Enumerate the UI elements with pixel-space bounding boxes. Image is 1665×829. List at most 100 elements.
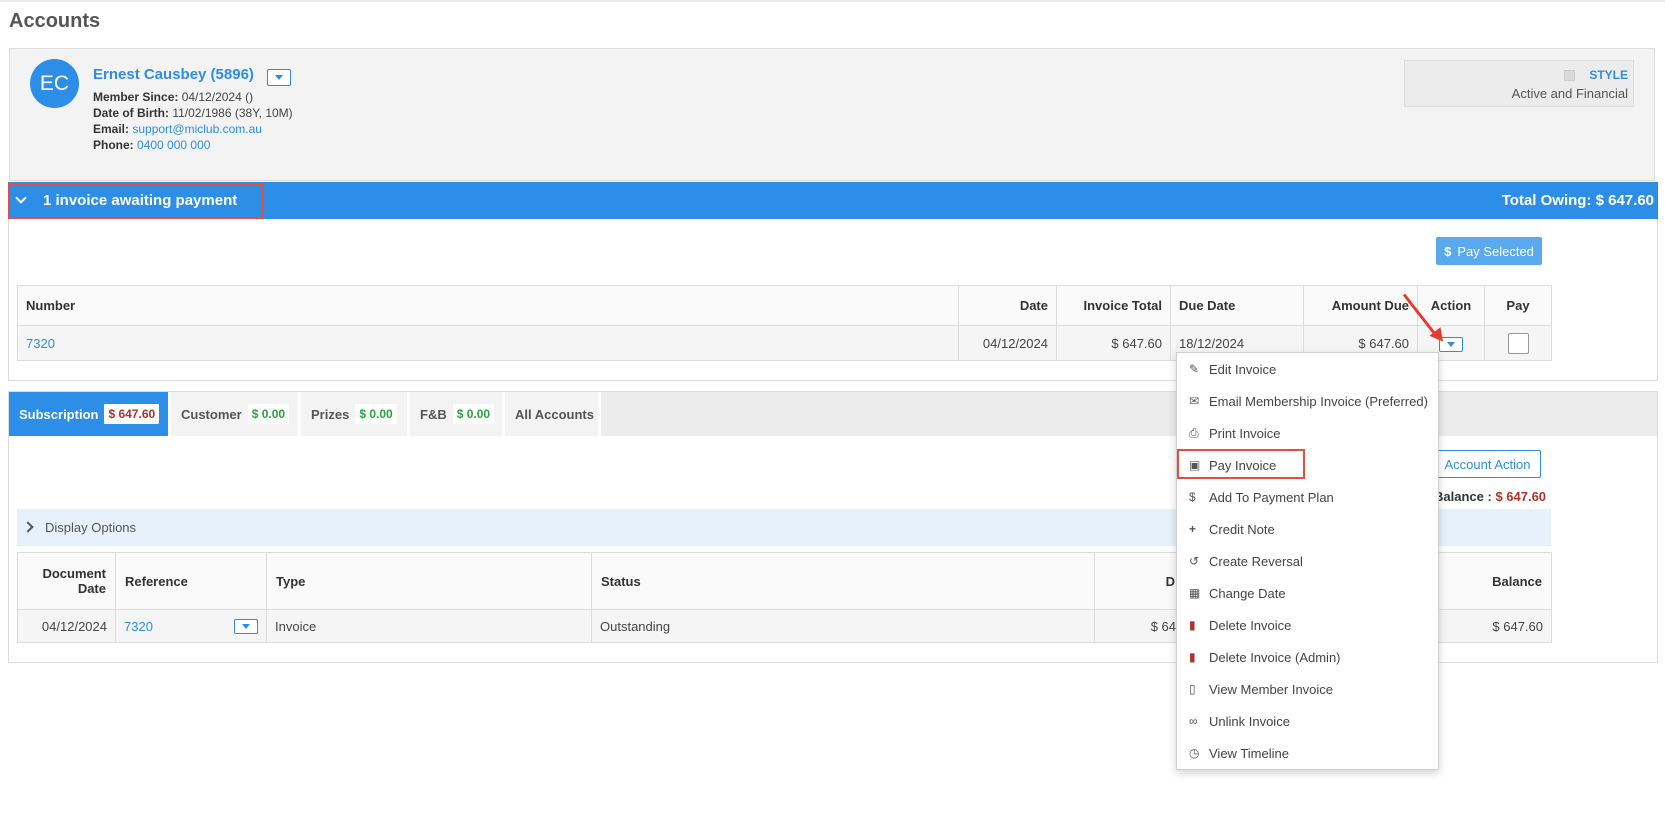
clock-icon: ◷	[1189, 746, 1200, 760]
trash-icon: ▮	[1189, 650, 1196, 664]
col-number[interactable]: Number	[17, 285, 959, 326]
tab-prizes-badge: $ 0.00	[355, 404, 397, 424]
menu-item-label: Change Date	[1209, 585, 1286, 601]
menu-item-label: Email Membership Invoice (Preferred)	[1209, 393, 1428, 409]
menu-item-label: Unlink Invoice	[1209, 713, 1290, 729]
reference-link[interactable]: 7320	[124, 619, 153, 634]
page-title: Accounts	[9, 10, 101, 32]
phone-label: Phone:	[93, 138, 134, 152]
menu-item-edit-invoice[interactable]: ✎ Edit Invoice	[1177, 353, 1438, 385]
style-label: STYLE	[1589, 68, 1628, 82]
member-since-row: Member Since: 04/12/2024 ()	[93, 89, 253, 106]
envelope-icon: ✉	[1189, 394, 1200, 408]
member-name-link[interactable]: Ernest Causbey (5896)	[93, 66, 254, 83]
invoice-action-menu: ✎ Edit Invoice ✉ Email Membership Invoic…	[1176, 352, 1439, 770]
col-partial[interactable]: D	[1094, 552, 1185, 610]
invoice-number-link[interactable]: 7320	[26, 336, 55, 351]
phone-row: Phone: 0400 000 000	[93, 137, 210, 154]
menu-item-label: Edit Invoice	[1209, 361, 1277, 377]
email-row: Email: support@miclub.com.au	[93, 121, 262, 138]
avatar: EC	[30, 59, 79, 108]
col-pay: Pay	[1484, 285, 1552, 326]
account-action-button[interactable]: Account Action	[1434, 450, 1541, 478]
menu-item-label: Delete Invoice (Admin)	[1209, 649, 1341, 665]
email-link[interactable]: support@miclub.com.au	[132, 122, 262, 136]
tab-all-accounts-label: All Accounts	[515, 406, 594, 422]
display-options-label: Display Options	[45, 520, 137, 535]
tab-subscription[interactable]: Subscription $ 647.60	[9, 392, 171, 436]
col-type[interactable]: Type	[266, 552, 592, 610]
menu-item-label: Credit Note	[1209, 521, 1275, 537]
menu-item-label: View Timeline	[1209, 745, 1289, 761]
reference-dropdown[interactable]	[234, 618, 258, 634]
col-due-date[interactable]: Due Date	[1170, 285, 1304, 326]
member-menu-dropdown[interactable]	[267, 69, 291, 86]
doc-date: 04/12/2024	[17, 609, 116, 643]
dollar-icon: $	[1189, 490, 1196, 504]
calendar-icon: ▦	[1189, 586, 1201, 600]
doc-type: Invoice	[266, 609, 592, 643]
member-since-value: 04/12/2024 ()	[181, 90, 254, 104]
invoice-awaiting-title: 1 invoice awaiting payment	[43, 192, 238, 209]
col-amount-due[interactable]: Amount Due	[1303, 285, 1418, 326]
balance-summary: Balance : $ 647.60	[1434, 489, 1546, 504]
invoice-total: $ 647.60	[1056, 325, 1171, 361]
menu-item-delete-invoice-admin[interactable]: ▮ Delete Invoice (Admin)	[1177, 641, 1438, 673]
dollar-icon: $	[1444, 243, 1452, 259]
plus-icon: +	[1189, 522, 1197, 536]
caret-down-icon	[242, 623, 250, 629]
caret-down-icon	[275, 75, 283, 80]
menu-item-label: Create Reversal	[1209, 553, 1303, 569]
tab-subscription-badge: $ 647.60	[104, 404, 160, 424]
menu-item-view-member-invoice[interactable]: ▯ View Member Invoice	[1177, 673, 1438, 705]
tab-customer-badge: $ 0.00	[247, 404, 290, 424]
invoice-awaiting-bar[interactable]: 1 invoice awaiting payment Total Owing: …	[8, 182, 1658, 219]
tab-customer-label: Customer	[181, 406, 242, 422]
invoice-date: 04/12/2024	[958, 325, 1057, 361]
member-since-label: Member Since:	[93, 90, 179, 104]
menu-item-email-invoice[interactable]: ✉ Email Membership Invoice (Preferred)	[1177, 385, 1438, 417]
tab-customer[interactable]: Customer $ 0.00	[171, 392, 301, 436]
total-owing: Total Owing: $ 647.60	[1501, 192, 1654, 209]
member-card: EC Ernest Causbey (5896) Member Since: 0…	[9, 48, 1655, 181]
menu-item-change-date[interactable]: ▦ Change Date	[1177, 577, 1438, 609]
dob-row: Date of Birth: 11/02/1986 (38Y, 10M)	[93, 105, 293, 122]
menu-item-delete-invoice[interactable]: ▮ Delete Invoice	[1177, 609, 1438, 641]
balance-label: Balance :	[1434, 489, 1492, 504]
pay-invoice-highlight	[1177, 449, 1305, 479]
menu-item-unlink-invoice[interactable]: ∞ Unlink Invoice	[1177, 705, 1438, 737]
chevron-right-icon	[22, 521, 34, 533]
menu-item-label: Delete Invoice	[1209, 617, 1292, 633]
menu-item-label: View Member Invoice	[1209, 681, 1334, 697]
tab-all-accounts[interactable]: All Accounts	[505, 392, 601, 436]
col-status[interactable]: Status	[591, 552, 1095, 610]
pay-checkbox[interactable]	[1507, 332, 1529, 354]
menu-item-credit-note[interactable]: + Credit Note	[1177, 513, 1438, 545]
menu-item-label: Print Invoice	[1209, 425, 1281, 441]
menu-item-label: Add To Payment Plan	[1209, 489, 1334, 505]
menu-item-create-reversal[interactable]: ↺ Create Reversal	[1177, 545, 1438, 577]
menu-item-print-invoice[interactable]: ⎙ Print Invoice	[1177, 417, 1438, 449]
col-invoice-total[interactable]: Invoice Total	[1056, 285, 1171, 326]
undo-icon: ↺	[1189, 554, 1200, 568]
invoice-table: Number Date Invoice Total Due Date Amoun…	[17, 285, 1552, 361]
file-icon: ▯	[1189, 682, 1196, 696]
doc-status: Outstanding	[591, 609, 1095, 643]
pencil-icon: ✎	[1189, 362, 1200, 376]
menu-item-add-to-payment-plan[interactable]: $ Add To Payment Plan	[1177, 481, 1438, 513]
phone-link[interactable]: 0400 000 000	[137, 138, 210, 152]
col-date[interactable]: Date	[958, 285, 1057, 326]
balance-value: $ 647.60	[1495, 489, 1547, 504]
menu-item-view-timeline[interactable]: ◷ View Timeline	[1177, 737, 1438, 769]
tab-prizes-label: Prizes	[311, 406, 350, 422]
pay-selected-button[interactable]: $ Pay Selected	[1436, 237, 1542, 265]
style-checkbox[interactable]	[1564, 70, 1575, 81]
tab-subscription-label: Subscription	[19, 406, 99, 422]
tab-fnb[interactable]: F&B $ 0.00	[410, 392, 505, 436]
tab-fnb-label: F&B	[420, 406, 447, 422]
col-document-date[interactable]: Document Date	[17, 552, 116, 610]
dob-label: Date of Birth:	[93, 106, 169, 120]
tab-prizes[interactable]: Prizes $ 0.00	[301, 392, 410, 436]
print-icon: ⎙	[1189, 425, 1199, 440]
col-reference[interactable]: Reference	[115, 552, 267, 610]
